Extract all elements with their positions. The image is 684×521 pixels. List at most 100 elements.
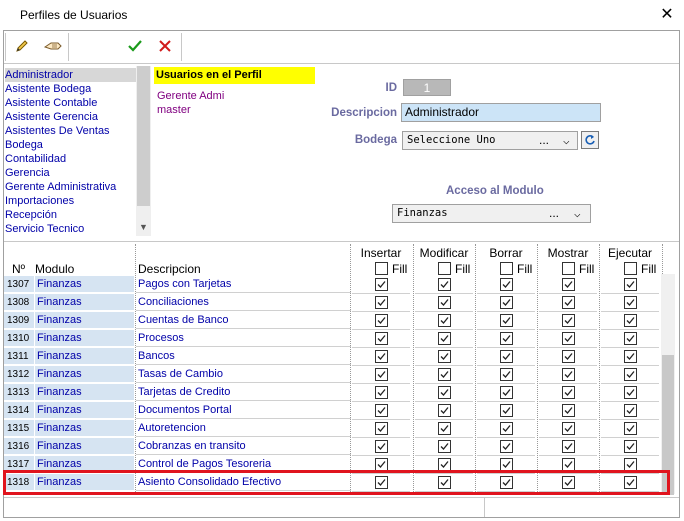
table-row[interactable]: 1307 Finanzas Pagos con Tarjetas <box>4 276 664 294</box>
permission-checkbox-ejecutar[interactable] <box>624 404 637 417</box>
permission-checkbox-mostrar[interactable] <box>562 386 575 399</box>
scroll-down-arrow-icon[interactable]: ▼ <box>137 222 150 234</box>
permission-checkbox-modificar[interactable] <box>438 350 451 363</box>
table-row[interactable]: 1311 Finanzas Bancos <box>4 348 664 366</box>
permission-checkbox-mostrar[interactable] <box>562 422 575 435</box>
fill-checkbox-insertar[interactable] <box>375 262 388 275</box>
permission-checkbox-borrar[interactable] <box>500 278 513 291</box>
permission-checkbox-ejecutar[interactable] <box>624 368 637 381</box>
permission-checkbox-mostrar[interactable] <box>562 440 575 453</box>
row-module: Finanzas <box>35 312 134 329</box>
table-row[interactable]: 1314 Finanzas Documentos Portal <box>4 402 664 420</box>
close-button[interactable]: ✕ <box>650 2 684 28</box>
bodega-select[interactable]: Seleccione Uno ... ⌵ <box>402 131 578 150</box>
permission-checkbox-mostrar[interactable] <box>562 314 575 327</box>
profile-item[interactable]: Gerente Administrativa <box>5 180 116 194</box>
table-row[interactable]: 1315 Finanzas Autoretencion <box>4 420 664 438</box>
permission-checkbox-ejecutar[interactable] <box>624 440 637 453</box>
profile-item[interactable]: Asistente Contable <box>5 96 97 110</box>
table-row[interactable]: 1313 Finanzas Tarjetas de Credito <box>4 384 664 402</box>
profile-item[interactable]: Contabilidad <box>5 152 66 166</box>
user-item[interactable]: master <box>157 103 191 117</box>
permission-checkbox-borrar[interactable] <box>500 440 513 453</box>
module-select[interactable]: Finanzas ... ⌵ <box>392 204 591 223</box>
user-item[interactable]: Gerente Admi <box>157 89 224 103</box>
permission-checkbox-mostrar[interactable] <box>562 332 575 345</box>
permission-checkbox-insertar[interactable] <box>375 278 388 291</box>
permission-checkbox-borrar[interactable] <box>500 368 513 381</box>
permission-checkbox-ejecutar[interactable] <box>624 314 637 327</box>
fill-checkbox-ejecutar[interactable] <box>624 262 637 275</box>
permission-checkbox-ejecutar[interactable] <box>624 386 637 399</box>
permission-checkbox-modificar[interactable] <box>438 332 451 345</box>
permission-checkbox-modificar[interactable] <box>438 422 451 435</box>
id-field: 1 <box>403 79 451 96</box>
permission-checkbox-modificar[interactable] <box>438 368 451 381</box>
profile-item[interactable]: Bodega <box>5 138 43 152</box>
permission-checkbox-borrar[interactable] <box>500 422 513 435</box>
permission-checkbox-borrar[interactable] <box>500 386 513 399</box>
permission-checkbox-modificar[interactable] <box>438 440 451 453</box>
permission-checkbox-ejecutar[interactable] <box>624 278 637 291</box>
hand-button[interactable] <box>40 34 66 58</box>
permission-checkbox-insertar[interactable] <box>375 350 388 363</box>
permission-checkbox-insertar[interactable] <box>375 296 388 309</box>
table-row[interactable]: 1316 Finanzas Cobranzas en transito <box>4 438 664 456</box>
permission-checkbox-modificar[interactable] <box>438 386 451 399</box>
permission-checkbox-ejecutar[interactable] <box>624 422 637 435</box>
permission-checkbox-borrar[interactable] <box>500 314 513 327</box>
permission-checkbox-mostrar[interactable] <box>562 296 575 309</box>
table-row[interactable]: 1309 Finanzas Cuentas de Banco <box>4 312 664 330</box>
profile-item[interactable]: Servicio Tecnico <box>5 222 84 236</box>
table-row[interactable]: 1308 Finanzas Conciliaciones <box>4 294 664 312</box>
table-row[interactable]: 1312 Finanzas Tasas de Cambio <box>4 366 664 384</box>
permission-checkbox-insertar[interactable] <box>375 386 388 399</box>
fill-checkbox-mostrar[interactable] <box>562 262 575 275</box>
permission-checkbox-insertar[interactable] <box>375 314 388 327</box>
checkmark-icon <box>377 335 386 342</box>
row-module: Finanzas <box>35 276 134 293</box>
permission-checkbox-borrar[interactable] <box>500 296 513 309</box>
profile-item[interactable]: Asistente Bodega <box>5 82 91 96</box>
profiles-scrollbar-thumb[interactable] <box>137 66 150 206</box>
description-input[interactable]: Administrador <box>401 103 601 122</box>
permission-checkbox-mostrar[interactable] <box>562 404 575 417</box>
table-row[interactable]: 1310 Finanzas Procesos <box>4 330 664 348</box>
checkmark-icon <box>564 335 573 342</box>
permission-checkbox-insertar[interactable] <box>375 422 388 435</box>
permission-checkbox-insertar[interactable] <box>375 332 388 345</box>
fill-checkbox-modificar[interactable] <box>438 262 451 275</box>
checkmark-icon <box>440 317 449 324</box>
checkmark-icon <box>626 389 635 396</box>
permission-checkbox-ejecutar[interactable] <box>624 296 637 309</box>
permission-checkbox-insertar[interactable] <box>375 440 388 453</box>
permission-checkbox-mostrar[interactable] <box>562 368 575 381</box>
permission-checkbox-insertar[interactable] <box>375 368 388 381</box>
accept-button[interactable] <box>122 34 148 58</box>
edit-button[interactable] <box>9 34 35 58</box>
refresh-button[interactable] <box>581 131 599 149</box>
permission-checkbox-modificar[interactable] <box>438 314 451 327</box>
permission-checkbox-ejecutar[interactable] <box>624 350 637 363</box>
permission-checkbox-modificar[interactable] <box>438 404 451 417</box>
permission-checkbox-mostrar[interactable] <box>562 350 575 363</box>
checkmark-icon <box>564 425 573 432</box>
permission-checkbox-modificar[interactable] <box>438 278 451 291</box>
profile-item[interactable]: Recepción <box>5 208 57 222</box>
cancel-button[interactable] <box>152 34 178 58</box>
permission-checkbox-ejecutar[interactable] <box>624 332 637 345</box>
permission-checkbox-mostrar[interactable] <box>562 278 575 291</box>
permission-checkbox-borrar[interactable] <box>500 332 513 345</box>
profile-item[interactable]: Gerencia <box>5 166 50 180</box>
permission-checkbox-modificar[interactable] <box>438 296 451 309</box>
profile-item[interactable]: Importaciones <box>5 194 74 208</box>
profile-item[interactable]: Asistentes De Ventas <box>5 124 110 138</box>
checkmark-icon <box>377 371 386 378</box>
profile-item[interactable]: Administrador <box>5 68 136 82</box>
permission-checkbox-borrar[interactable] <box>500 404 513 417</box>
checkmark-icon <box>377 407 386 414</box>
fill-checkbox-borrar[interactable] <box>500 262 513 275</box>
permission-checkbox-borrar[interactable] <box>500 350 513 363</box>
profile-item[interactable]: Asistente Gerencia <box>5 110 98 124</box>
permission-checkbox-insertar[interactable] <box>375 404 388 417</box>
